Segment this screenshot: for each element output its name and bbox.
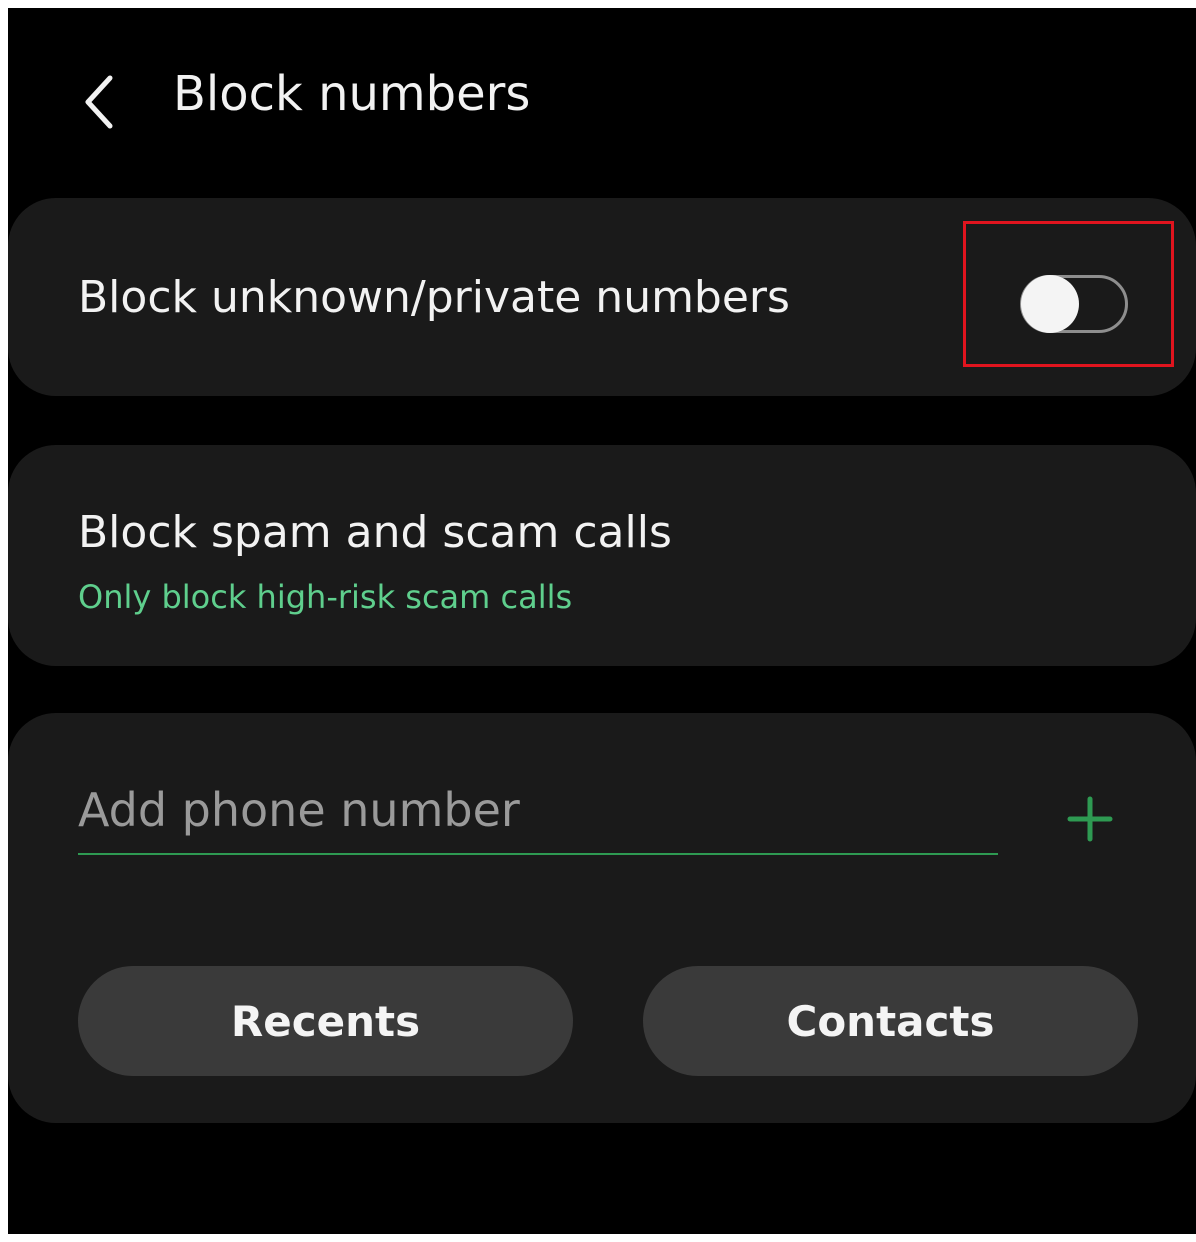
plus-icon <box>1067 796 1113 842</box>
chevron-left-icon <box>85 75 113 129</box>
page-title: Block numbers <box>173 66 531 122</box>
toggle-knob <box>1021 275 1079 333</box>
block-unknown-toggle[interactable] <box>1020 275 1128 333</box>
block-spam-subtitle: Only block high-risk scam calls <box>78 578 573 616</box>
phone-number-input[interactable] <box>78 775 998 855</box>
header: Block numbers <box>8 48 1196 148</box>
block-spam-label: Block spam and scam calls <box>78 507 672 558</box>
add-number-card: Recents Contacts <box>8 713 1196 1123</box>
back-button[interactable] <box>70 58 140 138</box>
block-unknown-row[interactable]: Block unknown/private numbers <box>8 198 1196 396</box>
block-unknown-label: Block unknown/private numbers <box>78 272 790 323</box>
block-numbers-screen: Block numbers Block unknown/private numb… <box>8 8 1196 1234</box>
add-number-button[interactable] <box>1060 789 1120 849</box>
block-spam-row[interactable]: Block spam and scam calls Only block hig… <box>8 445 1196 666</box>
recents-button[interactable]: Recents <box>78 966 573 1076</box>
contacts-button[interactable]: Contacts <box>643 966 1138 1076</box>
